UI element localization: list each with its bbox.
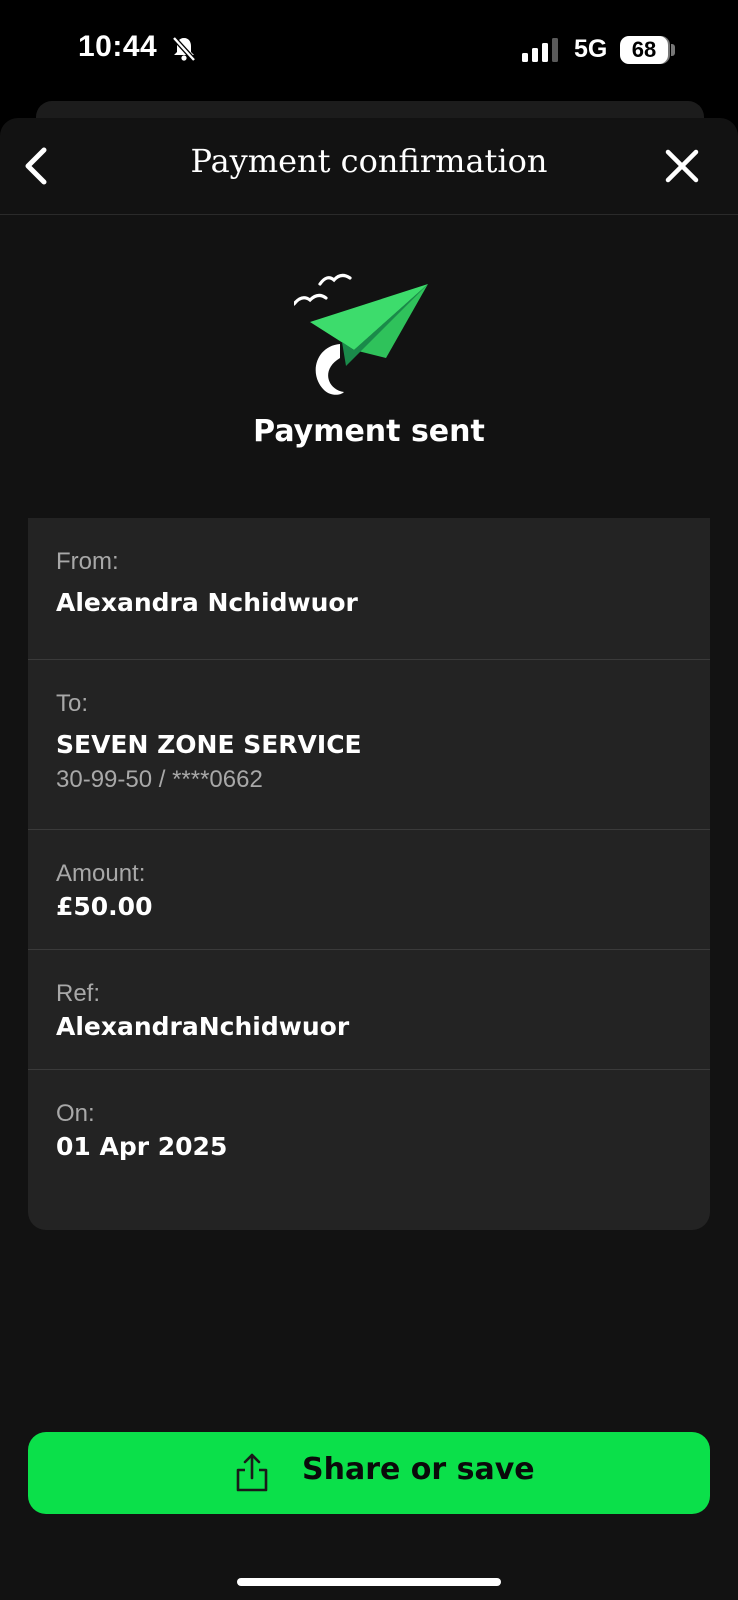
amount-value: £50.00 bbox=[56, 892, 153, 921]
close-button[interactable] bbox=[660, 142, 704, 190]
home-indicator[interactable] bbox=[237, 1578, 501, 1586]
to-value: SEVEN ZONE SERVICE bbox=[56, 730, 362, 759]
battery-indicator: 68 bbox=[620, 36, 668, 64]
detail-row-amount: Amount: £50.00 bbox=[28, 830, 710, 950]
share-icon bbox=[234, 1452, 270, 1496]
detail-row-ref: Ref: AlexandraNchidwuor bbox=[28, 950, 710, 1070]
ref-value: AlexandraNchidwuor bbox=[56, 1012, 350, 1041]
signal-icon bbox=[522, 38, 562, 66]
close-icon bbox=[665, 149, 699, 183]
share-button-label: Share or save bbox=[302, 1452, 535, 1487]
from-value: Alexandra Nchidwuor bbox=[56, 588, 358, 617]
detail-row-on: On: 01 Apr 2025 bbox=[28, 1070, 710, 1230]
battery-cap bbox=[671, 44, 675, 56]
nav-bar: Payment confirmation bbox=[0, 118, 738, 215]
share-or-save-button[interactable]: Share or save bbox=[28, 1432, 710, 1514]
to-label: To: bbox=[56, 690, 89, 717]
payment-details-card: From: Alexandra Nchidwuor To: SEVEN ZONE… bbox=[28, 518, 710, 1230]
page-title: Payment confirmation bbox=[190, 142, 548, 180]
date-label: On: bbox=[56, 1100, 95, 1127]
network-type: 5G bbox=[574, 35, 608, 63]
amount-label: Amount: bbox=[56, 860, 146, 887]
from-label: From: bbox=[56, 548, 119, 575]
bell-slash-icon bbox=[172, 36, 196, 66]
ref-label: Ref: bbox=[56, 980, 101, 1007]
detail-row-to: To: SEVEN ZONE SERVICE 30-99-50 / ****06… bbox=[28, 660, 710, 830]
payment-status-title: Payment sent bbox=[253, 414, 485, 449]
to-account: 30-99-50 / ****0662 bbox=[56, 766, 263, 793]
paper-plane-icon bbox=[292, 266, 434, 410]
status-bar: 10:44 5G 68 bbox=[0, 0, 738, 100]
date-value: 01 Apr 2025 bbox=[56, 1132, 228, 1161]
status-time: 10:44 bbox=[78, 30, 158, 63]
payment-confirmation-sheet: Payment confirmation Payment sent From: … bbox=[0, 118, 738, 1600]
detail-row-from: From: Alexandra Nchidwuor bbox=[28, 518, 710, 660]
